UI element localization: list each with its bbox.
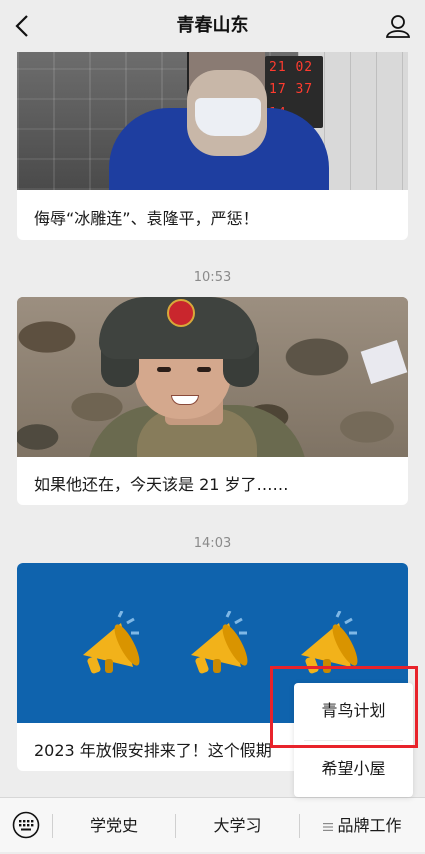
article-image — [17, 297, 408, 457]
menu-item-xiwang[interactable]: 希望小屋 — [294, 741, 413, 797]
star-badge-icon — [167, 299, 195, 327]
top-navbar: 青春山东 — [0, 0, 425, 52]
tab-pinpaigongzuo[interactable]: 品牌工作 — [300, 798, 425, 852]
megaphone-icon — [191, 611, 248, 674]
megaphone-icon — [83, 611, 140, 674]
article-title[interactable]: 2023 年放假安排来了！这个假期 — [34, 737, 294, 761]
tab-label: 品牌工作 — [337, 816, 402, 835]
list-icon — [323, 822, 334, 831]
tab-xuedangshi[interactable]: 学党史 — [53, 798, 175, 852]
tab-daxuexi[interactable]: 大学习 — [176, 798, 299, 852]
timestamp: 10:53 — [193, 270, 232, 285]
bottom-menu-bar: 学党史 大学习 品牌工作 — [0, 797, 425, 852]
highlight-box — [270, 666, 418, 748]
page-title: 青春山东 — [176, 15, 249, 36]
article-title[interactable]: 如果他还在，今天该是 21 岁了…… — [34, 471, 398, 495]
timestamp: 14:03 — [193, 536, 232, 551]
keyboard-icon[interactable] — [12, 811, 40, 839]
article-image: 21 02 17 37 14 — [17, 52, 408, 190]
article-title[interactable]: 侮辱“冰雕连”、袁隆平，严惩！ — [34, 205, 398, 229]
article-card[interactable]: 21 02 17 37 14 侮辱“冰雕连”、袁隆平，严惩！ — [17, 52, 408, 240]
article-card[interactable]: 如果他还在，今天该是 21 岁了…… — [17, 297, 408, 505]
user-icon[interactable] — [385, 13, 411, 39]
